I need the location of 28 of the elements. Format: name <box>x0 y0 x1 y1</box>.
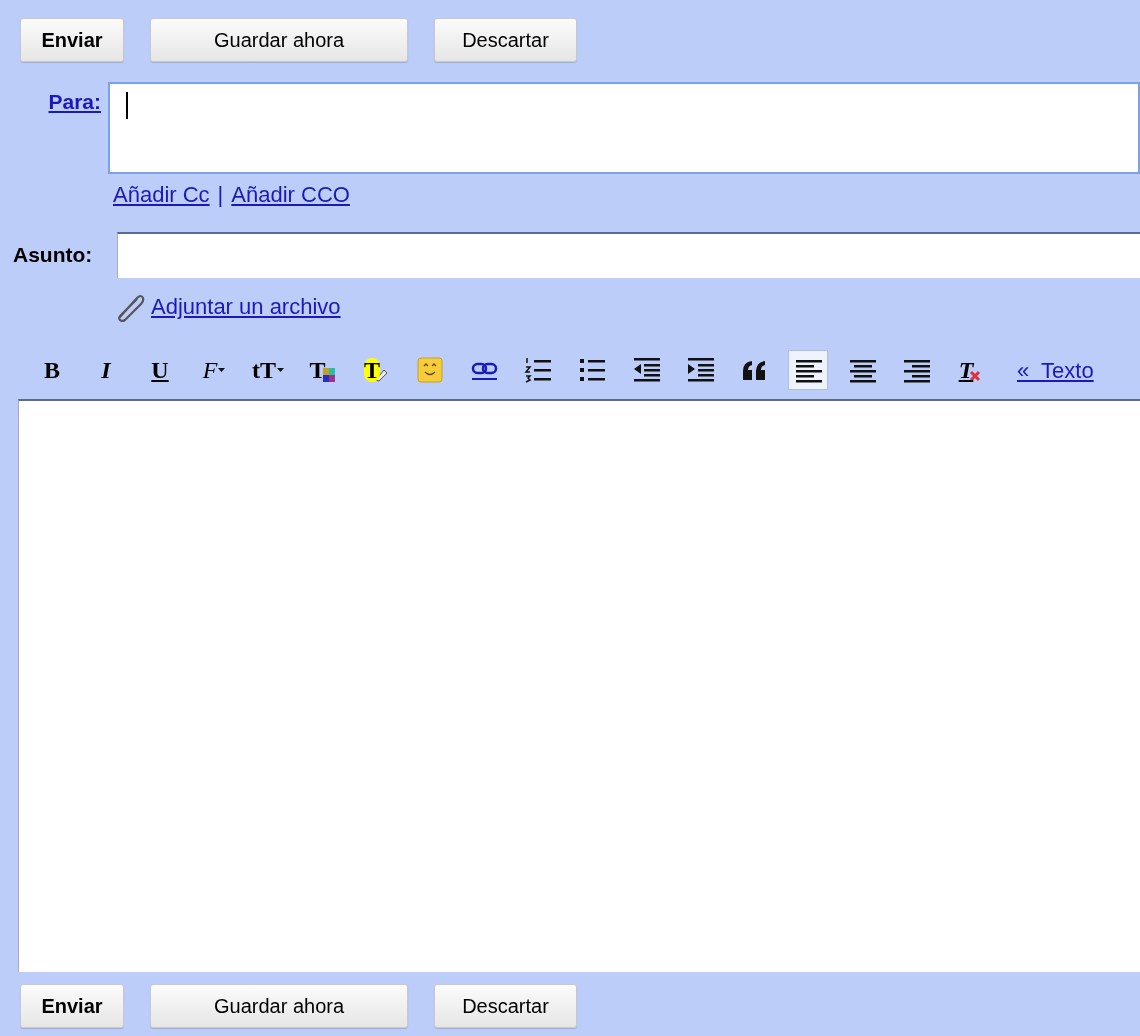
message-body-field[interactable] <box>18 399 1140 972</box>
save-button[interactable]: Guardar ahora <box>150 984 408 1028</box>
align-left-icon[interactable] <box>788 350 828 390</box>
dropdown-caret-icon <box>218 367 226 373</box>
font-button[interactable]: F <box>194 350 234 390</box>
add-cc-link[interactable]: Añadir Cc <box>113 184 210 206</box>
to-label[interactable]: Para: <box>0 82 108 174</box>
text-color-button[interactable]: T <box>302 350 342 390</box>
discard-button[interactable]: Descartar <box>434 984 577 1028</box>
clear-formatting-button[interactable]: T <box>950 350 990 390</box>
italic-button[interactable]: I <box>86 350 126 390</box>
add-bcc-link[interactable]: Añadir CCO <box>231 184 350 206</box>
subject-label: Asunto: <box>12 242 94 269</box>
send-button[interactable]: Enviar <box>20 984 124 1028</box>
underline-button[interactable]: U <box>140 350 180 390</box>
discard-button[interactable]: Descartar <box>434 18 577 62</box>
subject-field[interactable] <box>117 232 1140 278</box>
save-button[interactable]: Guardar ahora <box>150 18 408 62</box>
bold-button[interactable]: B <box>32 350 72 390</box>
dropdown-caret-icon <box>277 367 284 373</box>
highlight-button[interactable]: T <box>356 350 396 390</box>
to-field[interactable] <box>108 82 1140 174</box>
attach-file-link[interactable]: Adjuntar un archivo <box>151 290 341 323</box>
plain-text-link[interactable]: « Texto <box>1017 353 1094 387</box>
text-cursor <box>126 92 128 119</box>
separator: | <box>217 184 224 206</box>
send-button[interactable]: Enviar <box>20 18 124 62</box>
text-size-button[interactable]: tT <box>248 350 288 390</box>
